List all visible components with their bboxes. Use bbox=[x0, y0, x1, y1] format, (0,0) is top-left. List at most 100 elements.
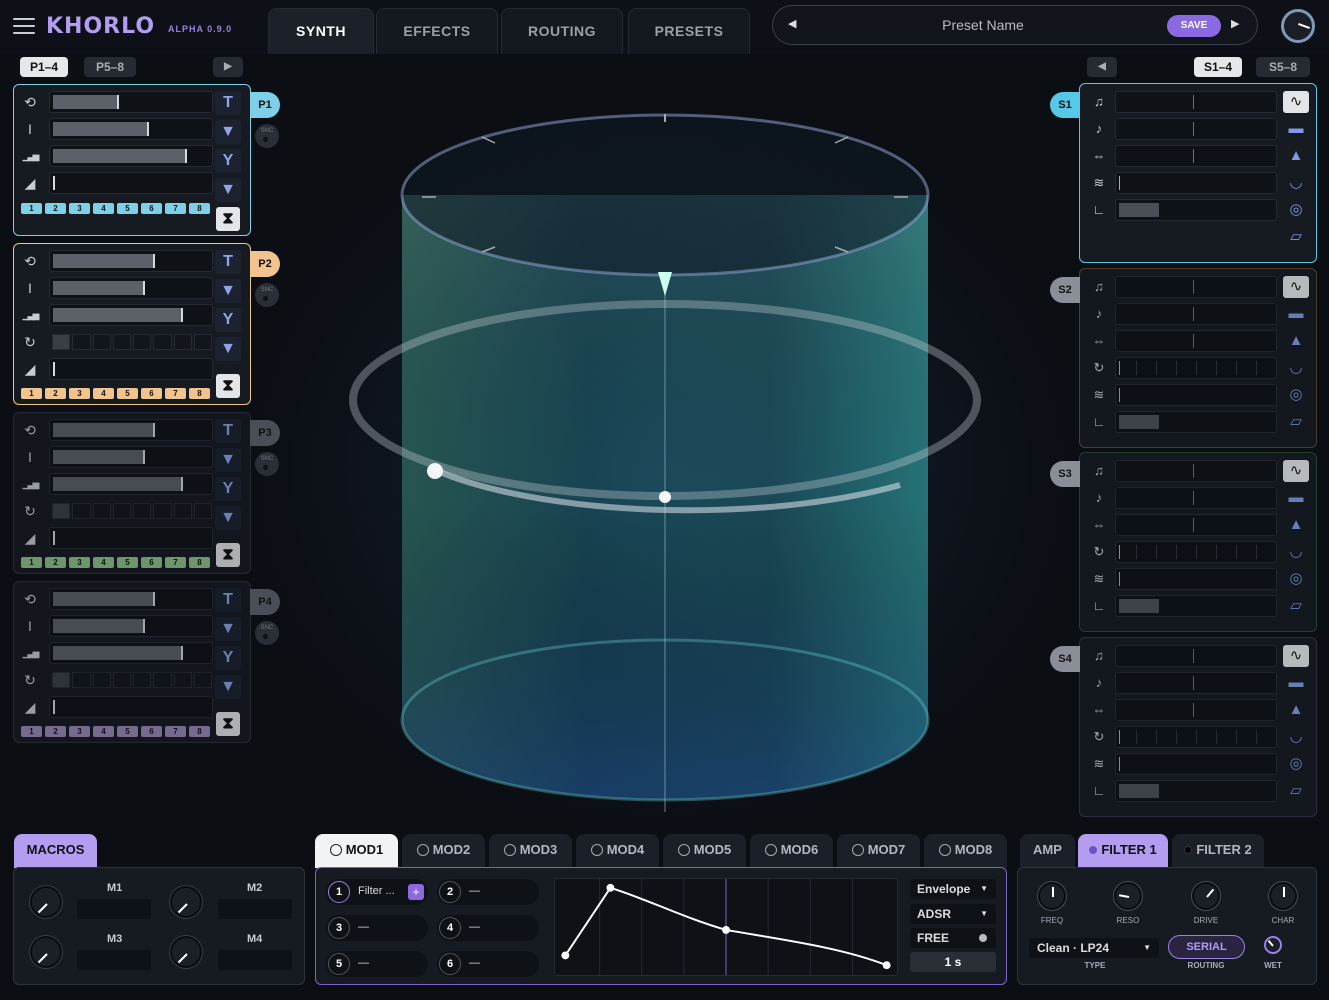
tag-p3[interactable]: P3 bbox=[250, 420, 280, 446]
tag-p1[interactable]: P1 bbox=[250, 92, 280, 118]
left-next-button[interactable]: ▶ bbox=[213, 57, 243, 77]
sine-shape-icon[interactable]: ∿ bbox=[1283, 460, 1309, 482]
s1-slider[interactable] bbox=[1115, 91, 1277, 113]
step-1-button[interactable]: 1 bbox=[21, 726, 42, 737]
mod-mode-dropdown[interactable]: ADSR ▼ bbox=[910, 904, 996, 924]
p1-slider[interactable] bbox=[49, 172, 213, 194]
slope-shape-icon[interactable]: ▱ bbox=[1283, 226, 1309, 248]
step-8-button[interactable]: 8 bbox=[189, 726, 210, 737]
page-s5-8-button[interactable]: S5–8 bbox=[1256, 57, 1310, 77]
master-volume-knob[interactable] bbox=[1281, 9, 1315, 43]
step-6-button[interactable]: 6 bbox=[141, 557, 162, 568]
p3-row-loop[interactable]: ⟲ bbox=[19, 419, 219, 441]
p4-slider[interactable] bbox=[49, 696, 213, 718]
p1-row-bars[interactable]: ▁▃▅ bbox=[19, 145, 219, 167]
step-4-button[interactable]: 4 bbox=[93, 726, 114, 737]
p1-row-cursor[interactable]: I bbox=[19, 118, 219, 140]
s3-row-spread[interactable]: ⇔ bbox=[1088, 514, 1278, 536]
step-7-button[interactable]: 7 bbox=[165, 388, 186, 399]
add-target-button[interactable]: + bbox=[408, 884, 424, 900]
tab-routing[interactable]: ROUTING bbox=[501, 8, 623, 54]
reso-knob[interactable] bbox=[1114, 882, 1142, 910]
p1-slider[interactable] bbox=[49, 118, 213, 140]
link-icon[interactable]: ⧗ bbox=[216, 207, 240, 231]
bell-shape-icon[interactable]: ▲ bbox=[1283, 514, 1309, 536]
mod-slot-5[interactable]: 5— bbox=[326, 951, 428, 977]
s1-slider[interactable] bbox=[1115, 199, 1277, 221]
slope-shape-icon[interactable]: ▱ bbox=[1283, 780, 1309, 802]
circle-shape-icon[interactable]: ◎ bbox=[1283, 753, 1309, 775]
tab-amp[interactable]: AMP bbox=[1020, 834, 1075, 868]
tag-s3[interactable]: S3 bbox=[1050, 461, 1080, 487]
menu-icon[interactable] bbox=[13, 18, 35, 34]
page-p1-4-button[interactable]: P1–4 bbox=[20, 57, 68, 77]
p1-row-ramp[interactable]: ◢ bbox=[19, 172, 219, 194]
p3-row-ramp[interactable]: ◢ bbox=[19, 527, 219, 549]
flat-shape-icon[interactable]: ▬ bbox=[1283, 487, 1309, 509]
step-1-button[interactable]: 1 bbox=[21, 203, 42, 214]
p3-slider[interactable] bbox=[49, 419, 213, 441]
bell-shape-icon[interactable]: ▲ bbox=[1283, 699, 1309, 721]
step-1-button[interactable]: 1 bbox=[21, 388, 42, 399]
save-button[interactable]: SAVE bbox=[1167, 15, 1221, 37]
step-7-button[interactable]: 7 bbox=[165, 726, 186, 737]
p2-slider[interactable] bbox=[49, 277, 213, 299]
tab-presets[interactable]: PRESETS bbox=[628, 8, 750, 54]
tab-synth[interactable]: SYNTH bbox=[268, 8, 374, 54]
p3-slider[interactable] bbox=[49, 473, 213, 495]
s2-row-wave[interactable]: ≋ bbox=[1088, 384, 1278, 406]
s4-row-spread[interactable]: ⇔ bbox=[1088, 699, 1278, 721]
s3-row-note[interactable]: ♫ bbox=[1088, 460, 1278, 482]
s4-row-angle[interactable]: ∟ bbox=[1088, 780, 1278, 802]
wet-knob[interactable] bbox=[1264, 936, 1282, 954]
p3-slider[interactable] bbox=[49, 527, 213, 549]
s2-row-spread[interactable]: ⇔ bbox=[1088, 330, 1278, 352]
sine-shape-icon[interactable]: ∿ bbox=[1283, 645, 1309, 667]
s1-slider[interactable] bbox=[1115, 118, 1277, 140]
bowl-shape-icon[interactable]: ◡ bbox=[1283, 541, 1309, 563]
step-6-button[interactable]: 6 bbox=[141, 388, 162, 399]
p1-slider[interactable] bbox=[49, 91, 213, 113]
s1-slider[interactable] bbox=[1115, 145, 1277, 167]
s4-row-rotate[interactable]: ↻ bbox=[1088, 726, 1278, 748]
sine-shape-icon[interactable]: ∿ bbox=[1283, 276, 1309, 298]
sync-toggle-p2[interactable]: SNC bbox=[255, 283, 279, 307]
sync-toggle-p3[interactable]: SNC bbox=[255, 452, 279, 476]
mod-sync-toggle[interactable]: FREE bbox=[910, 928, 996, 948]
link-icon[interactable]: ⧗ bbox=[216, 374, 240, 398]
step-8-button[interactable]: 8 bbox=[189, 203, 210, 214]
page-s1-4-button[interactable]: S1–4 bbox=[1194, 57, 1242, 77]
step-6-button[interactable]: 6 bbox=[141, 726, 162, 737]
mod-slot-4[interactable]: 4— bbox=[437, 915, 539, 941]
step-1-button[interactable]: 1 bbox=[21, 557, 42, 568]
mod-type-dropdown[interactable]: Envelope ▼ bbox=[910, 879, 996, 899]
drive-knob[interactable] bbox=[1192, 882, 1220, 910]
step-5-button[interactable]: 5 bbox=[117, 388, 138, 399]
step-2-button[interactable]: 2 bbox=[45, 726, 66, 737]
p4-row-rotate[interactable]: ↻ bbox=[19, 669, 219, 691]
sync-toggle-p4[interactable]: SNC bbox=[255, 621, 279, 645]
tag-s1[interactable]: S1 bbox=[1050, 92, 1080, 118]
triangle-shape-icon[interactable]: ▼ bbox=[215, 506, 241, 530]
p1-row-loop[interactable]: ⟲ bbox=[19, 91, 219, 113]
step-7-button[interactable]: 7 bbox=[165, 203, 186, 214]
s4-row-wave[interactable]: ≋ bbox=[1088, 753, 1278, 775]
s2-slider[interactable] bbox=[1115, 330, 1277, 352]
t-shape-icon[interactable]: T bbox=[215, 91, 241, 115]
step-4-button[interactable]: 4 bbox=[93, 557, 114, 568]
s2-slider[interactable] bbox=[1115, 384, 1277, 406]
p4-row-loop[interactable]: ⟲ bbox=[19, 588, 219, 610]
s3-slider[interactable] bbox=[1115, 541, 1277, 563]
s3-row-wave[interactable]: ≋ bbox=[1088, 568, 1278, 590]
p1-slider[interactable] bbox=[49, 145, 213, 167]
bowl-shape-icon[interactable]: ◡ bbox=[1283, 726, 1309, 748]
s1-row-spread[interactable]: ⇔ bbox=[1088, 145, 1278, 167]
cup-shape-icon[interactable]: ▼ bbox=[215, 617, 241, 641]
link-icon[interactable]: ⧗ bbox=[216, 543, 240, 567]
tab-mod2[interactable]: MOD2 bbox=[402, 834, 485, 868]
tag-s4[interactable]: S4 bbox=[1050, 646, 1080, 672]
p4-slider[interactable] bbox=[49, 588, 213, 610]
mod-slot-3[interactable]: 3— bbox=[326, 915, 428, 941]
cup-shape-icon[interactable]: ▼ bbox=[215, 279, 241, 303]
p2-row-ramp[interactable]: ◢ bbox=[19, 358, 219, 380]
